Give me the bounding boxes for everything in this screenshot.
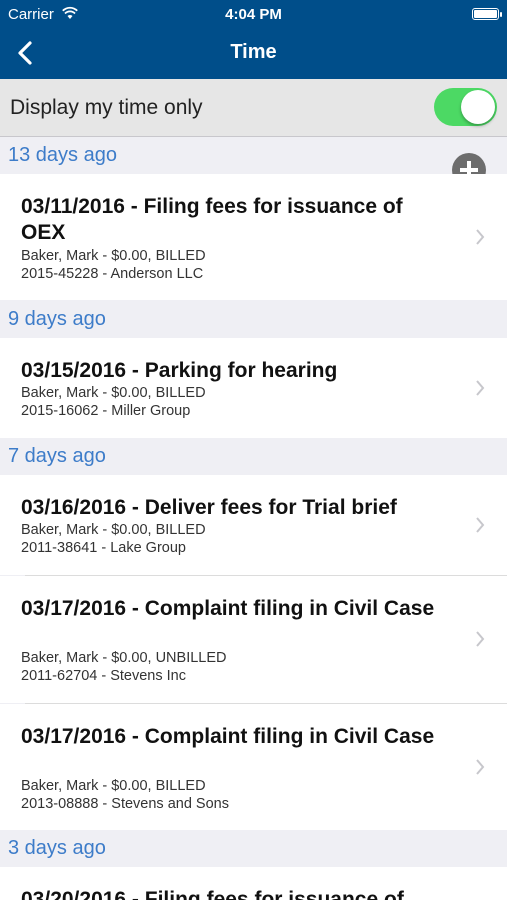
display-my-time-toggle[interactable] [434, 88, 497, 126]
chevron-right-icon [476, 229, 485, 245]
clock: 4:04 PM [225, 6, 282, 23]
section-header: 9 days ago [0, 301, 507, 338]
entry-detail: Baker, Mark - $0.00, BILLED [21, 248, 206, 264]
section-header: 3 days ago [0, 830, 507, 867]
section-header-label: 9 days ago [8, 308, 106, 330]
time-entry-row[interactable]: 03/15/2016 - Parking for hearing Baker, … [0, 338, 507, 438]
entry-matter: 2015-45228 - Anderson LLC [21, 266, 204, 282]
entry-detail: Baker, Mark - $0.00, BILLED [21, 778, 206, 794]
section-header: 7 days ago [0, 438, 507, 475]
chevron-right-icon [476, 517, 485, 533]
section-header-label: 7 days ago [8, 445, 106, 467]
entry-detail: Baker, Mark - $0.00, BILLED [21, 522, 206, 538]
page-title: Time [230, 41, 277, 63]
entry-matter: 2015-16062 - Miller Group [21, 403, 191, 419]
time-entry-row[interactable]: 03/17/2016 - Complaint filing in Civil C… [0, 576, 507, 703]
entry-matter: 2013-08888 - Stevens and Sons [21, 796, 229, 812]
chevron-right-icon [476, 631, 485, 647]
section-header: 13 days ago [0, 137, 507, 174]
toggle-knob [461, 90, 495, 124]
time-entry-row[interactable]: 03/11/2016 - Filing fees for issuance of… [0, 174, 507, 300]
entry-title: 03/17/2016 - Complaint filing in Civil C… [21, 597, 435, 620]
navigation-bar: Time [0, 28, 507, 79]
time-entry-row[interactable]: 03/17/2016 - Complaint filing in Civil C… [0, 704, 507, 830]
status-bar: Carrier 4:04 PM [0, 0, 507, 28]
chevron-right-icon [476, 380, 485, 396]
section-header-label: 13 days ago [8, 144, 117, 166]
entry-matter: 2011-62704 - Stevens Inc [21, 668, 186, 684]
display-my-time-label: Display my time only [10, 96, 203, 119]
battery-icon [472, 8, 502, 20]
entry-detail: Baker, Mark - $0.00, BILLED [21, 385, 206, 401]
display-my-time-row: Display my time only [0, 79, 507, 137]
section-header-label: 3 days ago [8, 837, 106, 859]
time-entry-row[interactable]: 03/16/2016 - Deliver fees for Trial brie… [0, 475, 507, 575]
entry-title: 03/20/2016 - Filing fees for issuance of [21, 888, 404, 900]
entry-detail: Baker, Mark - $0.00, UNBILLED [21, 650, 227, 666]
chevron-right-icon [476, 759, 485, 775]
entry-title: 03/16/2016 - Deliver fees for Trial brie… [21, 496, 397, 519]
time-entry-row[interactable]: 03/20/2016 - Filing fees for issuance of [0, 867, 507, 900]
entry-title: 03/17/2016 - Complaint filing in Civil C… [21, 725, 435, 748]
entry-title: 03/15/2016 - Parking for hearing [21, 359, 338, 382]
entry-matter: 2011-38641 - Lake Group [21, 540, 186, 556]
entry-title: 03/11/2016 - Filing fees for issuance of… [21, 195, 403, 244]
